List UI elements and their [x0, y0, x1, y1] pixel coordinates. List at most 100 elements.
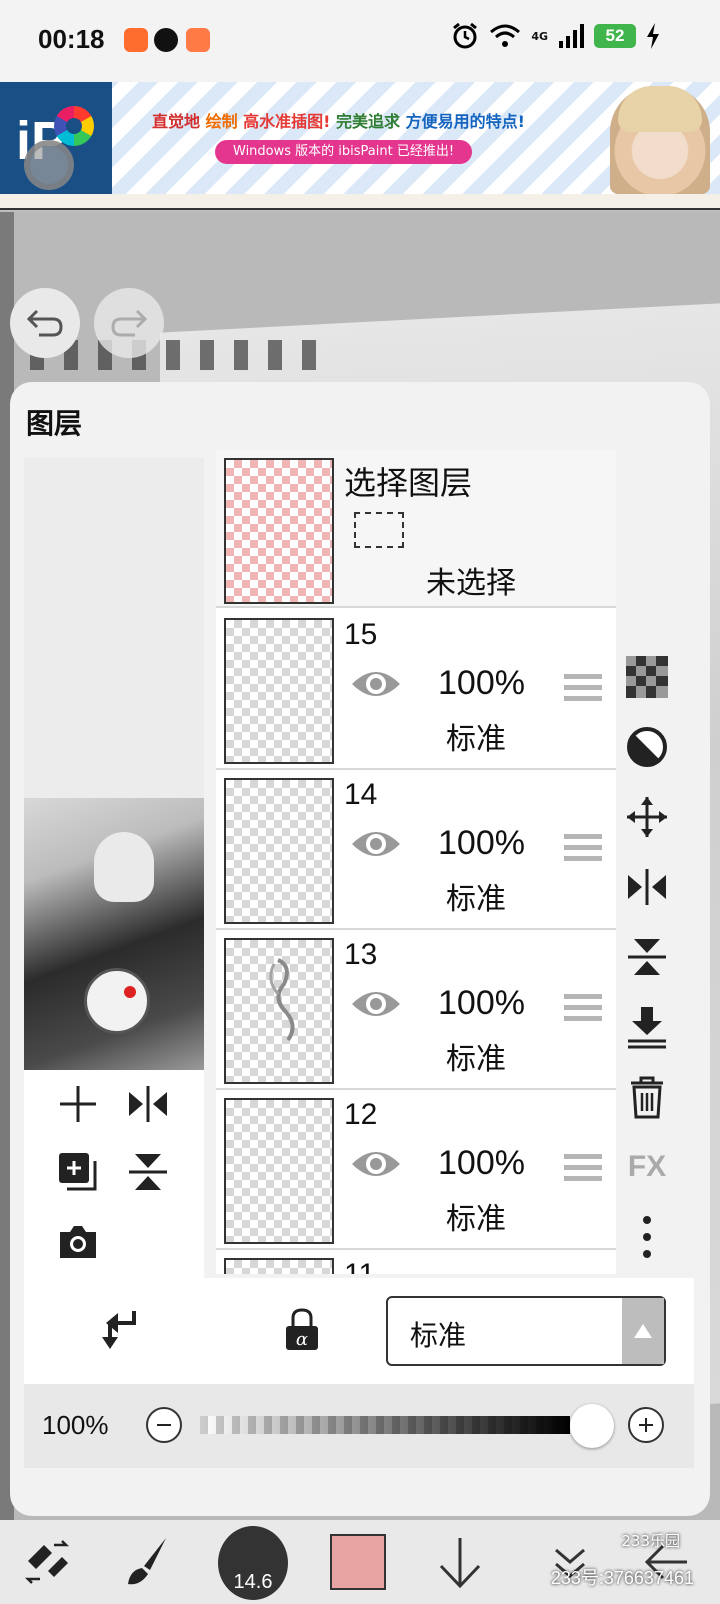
more-vertical-icon: [643, 1216, 651, 1258]
roof-ornaments: [30, 340, 330, 370]
lock-alpha-button[interactable]: α: [274, 1302, 330, 1358]
clipping-arrow-icon: [102, 1311, 136, 1349]
battery-level: 52: [594, 24, 636, 48]
layer-opacity[interactable]: 100%: [438, 824, 525, 863]
opacity-bar: 100%: [24, 1384, 694, 1468]
ad-character-image: [610, 86, 710, 194]
trash-icon: [631, 1076, 663, 1119]
panel-title: 图层: [26, 407, 83, 440]
wifi-icon: [490, 24, 521, 47]
contrast-icon: [627, 727, 667, 767]
eye-icon[interactable]: [350, 1144, 402, 1184]
blend-mode-select[interactable]: 标准: [386, 1296, 666, 1366]
flip-horizontal-icon: [129, 1086, 167, 1122]
drag-handle-icon[interactable]: [564, 834, 602, 864]
brush-tool-button[interactable]: [112, 1526, 182, 1598]
clipping-button[interactable]: [92, 1302, 148, 1358]
drag-handle-icon[interactable]: [564, 674, 602, 704]
invert-button[interactable]: [622, 722, 672, 772]
more-options-button[interactable]: [622, 1212, 672, 1262]
lock-alpha-icon: α: [286, 1308, 318, 1350]
duplicate-layer-button[interactable]: [50, 1144, 106, 1200]
plus-icon: [60, 1086, 96, 1122]
flip-vertical-button[interactable]: [120, 1144, 176, 1200]
blend-mode-value: 标准: [410, 1319, 467, 1352]
ad-headline-part: 高水准插图!: [243, 112, 337, 131]
drag-handle-icon[interactable]: [564, 994, 602, 1024]
ad-banner[interactable]: iP 直觉地 绘制 高水准插图! 完美追求 方便易用的特点! Windows 版…: [0, 82, 720, 194]
drag-handle-icon[interactable]: [564, 1154, 602, 1184]
opacity-decrease-button[interactable]: [146, 1407, 182, 1443]
opacity-slider-thumb[interactable]: [570, 1404, 614, 1448]
camera-icon: [60, 1226, 96, 1258]
ad-headline: 直觉地 绘制 高水准插图! 完美追求 方便易用的特点!: [152, 108, 525, 132]
selection-layer-title: 选择图层: [344, 464, 473, 502]
floating-assistive-button[interactable]: [24, 140, 74, 190]
selection-layer-thumbnail: [224, 458, 334, 604]
bottom-toolbar: 14.6 233乐园 233号:376637461: [0, 1520, 720, 1604]
layer-number: 11: [344, 1258, 375, 1274]
dropdown-arrow-icon: [622, 1298, 664, 1364]
ad-headline-part: 方便易用的特点!: [405, 112, 525, 131]
move-layer-button[interactable]: [622, 792, 672, 842]
eye-icon[interactable]: [350, 824, 402, 864]
selection-status: 未选择: [426, 566, 516, 601]
layer-blend-mode[interactable]: 标准: [446, 714, 506, 758]
merge-down-button[interactable]: [622, 1002, 672, 1052]
layer-row-partial[interactable]: 11: [216, 1250, 616, 1274]
delete-layer-button[interactable]: [622, 1072, 672, 1122]
undo-button[interactable]: [10, 288, 80, 358]
add-layer-button[interactable]: [50, 1076, 106, 1132]
flip-horizontal-side-button[interactable]: [622, 862, 672, 912]
flip-horizontal-button[interactable]: [120, 1076, 176, 1132]
opacity-increase-button[interactable]: [628, 1407, 664, 1443]
ad-divider: [0, 194, 720, 210]
minus-icon: [157, 1424, 171, 1426]
move-arrows-icon: [627, 797, 667, 837]
flip-vertical-side-button[interactable]: [622, 932, 672, 982]
watermark-text: 233号:376637461: [550, 1568, 694, 1588]
layer-row[interactable]: 15 100% 标准: [216, 610, 616, 770]
flip-vertical-icon: [628, 939, 666, 975]
opacity-slider-track[interactable]: [200, 1416, 570, 1434]
charging-icon: [647, 23, 659, 49]
redo-button[interactable]: [94, 288, 164, 358]
layer-row[interactable]: 14 100% 标准: [216, 770, 616, 930]
layer-row[interactable]: 12 100% 标准: [216, 1090, 616, 1250]
eye-icon[interactable]: [350, 984, 402, 1024]
layer-number: 12: [344, 1098, 378, 1131]
undo-icon: [26, 309, 63, 337]
layer-blend-mode[interactable]: 标准: [446, 1034, 506, 1078]
layer-options-bar: α 标准: [24, 1278, 694, 1384]
layer-list[interactable]: 选择图层 未选择 15 100% 标准 14 100% 标准 13 100% 标…: [216, 450, 616, 1274]
ad-headline-part: 完美追求: [336, 112, 406, 131]
layer-opacity[interactable]: 100%: [438, 984, 525, 1023]
import-photo-button[interactable]: [50, 1214, 106, 1270]
layer-blend-mode[interactable]: 标准: [446, 1194, 506, 1238]
transparency-checker-button[interactable]: [622, 652, 672, 702]
tool-selection-button[interactable]: [12, 1526, 82, 1598]
layer-panel: 图层 选择图层 未选择 15 100% 标准 14 100% 标准 13 100…: [10, 382, 710, 1516]
duplicate-layer-icon: [59, 1153, 97, 1191]
watermark-logo: 233乐园: [621, 1532, 680, 1550]
ad-headline-part: 直觉地: [152, 112, 206, 131]
layer-opacity[interactable]: 100%: [438, 1144, 525, 1183]
layer-number: 13: [344, 938, 378, 971]
eye-icon[interactable]: [350, 664, 402, 704]
layer-opacity[interactable]: 100%: [438, 664, 525, 703]
fx-filter-button[interactable]: FX: [622, 1142, 672, 1192]
brush-size-button[interactable]: 14.6: [218, 1526, 288, 1600]
layer-down-button[interactable]: [420, 1526, 500, 1598]
status-bar: 00:18 4G 52: [0, 0, 720, 82]
layer-row[interactable]: 13 100% 标准: [216, 930, 616, 1090]
flip-vertical-icon: [129, 1154, 167, 1190]
signal-icon: [559, 24, 584, 48]
redo-icon: [111, 309, 148, 337]
layer-blend-mode[interactable]: 标准: [446, 874, 506, 918]
canvas-preview: [24, 458, 204, 1070]
network-type: 4G: [531, 29, 548, 43]
current-color-swatch[interactable]: [330, 1534, 386, 1590]
fx-icon: FX: [627, 1150, 667, 1183]
selection-layer-row[interactable]: 选择图层 未选择: [216, 450, 616, 608]
layer-number: 14: [344, 778, 378, 811]
